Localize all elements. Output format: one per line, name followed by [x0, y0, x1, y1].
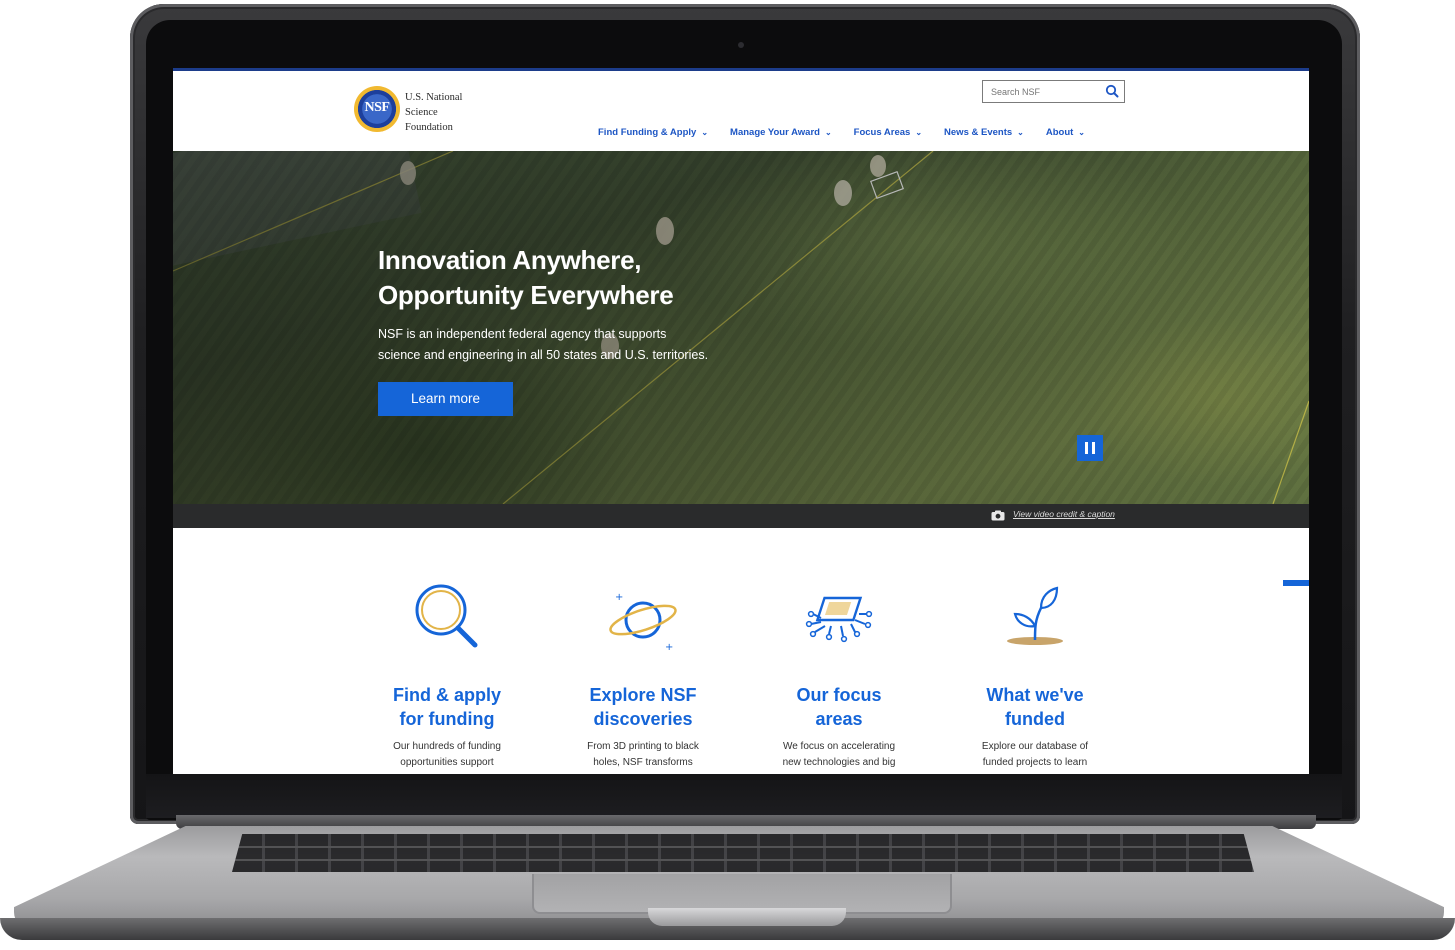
carousel-indicator [1283, 580, 1309, 586]
chevron-down-icon: ⌄ [915, 128, 923, 137]
feature-title[interactable]: Our focus areas [759, 683, 919, 731]
feature-title-line: Explore NSF [589, 685, 697, 705]
search-input[interactable] [983, 81, 1098, 102]
camera-icon [991, 510, 1005, 521]
feature-desc-line: opportunities support [400, 757, 494, 768]
learn-more-button[interactable]: Learn more [378, 382, 513, 416]
video-credit-link[interactable]: View video credit & caption [1013, 509, 1115, 519]
nav-focus-areas[interactable]: Focus Areas ⌄ [854, 127, 922, 138]
hero-title-line: Opportunity Everywhere [378, 280, 674, 310]
feature-title[interactable]: Find & apply for funding [367, 683, 527, 731]
webcam [738, 42, 744, 48]
magnifying-glass-icon [415, 584, 478, 648]
chevron-down-icon: ⌄ [1078, 128, 1085, 137]
main-nav: Find Funding & Apply ⌄ Manage Your Award ⌄… [598, 127, 1085, 138]
feature-desc-line: We focus on accelerating [782, 741, 896, 752]
feature-title-line: Our focus [796, 685, 882, 705]
nav-label: News & Events [944, 127, 1013, 138]
chevron-down-icon: ⌄ [824, 128, 832, 137]
laptop-keyboard [232, 834, 1254, 872]
nav-label: Manage Your Award [730, 127, 820, 138]
pause-video-button[interactable] [1077, 435, 1103, 461]
sprout-icon [1007, 586, 1063, 645]
search-icon [1105, 84, 1119, 98]
feature-description: We focus on accelerating new technologie… [777, 739, 901, 771]
feature-title-line: What we've [986, 685, 1084, 705]
feature-title-line: areas [815, 709, 863, 729]
feature-desc-line: From 3D printing to black [587, 741, 699, 752]
hero-subtitle-line: NSF is an independent federal agency tha… [378, 327, 667, 341]
search-button[interactable] [1103, 83, 1121, 100]
logo-text-line: Science [405, 107, 438, 118]
nav-label: About [1045, 127, 1074, 138]
feature-title-line: Find & apply [393, 685, 501, 705]
logo-seal-text: NSF [364, 100, 390, 115]
screen-chin [146, 774, 1342, 818]
nav-find-funding[interactable]: Find Funding & Apply ⌄ [598, 127, 708, 138]
planet-icon: + + [609, 592, 677, 653]
features-section: Find & apply for funding Our hundreds of… [173, 528, 1309, 774]
feature-desc-line: Our hundreds of funding [393, 741, 501, 752]
search-box [982, 80, 1125, 103]
laptop-opening-notch [648, 908, 846, 926]
microchip-icon [805, 596, 873, 643]
logo-text-line: Foundation [405, 122, 453, 133]
nav-manage-award[interactable]: Manage Your Award ⌄ [730, 127, 832, 138]
site-header: NSF U.S. National Science Foundation Fin… [173, 68, 1309, 151]
feature-title-line: funded [1005, 709, 1065, 729]
nsf-logo-seal[interactable]: NSF [354, 86, 400, 132]
hero-banner: Innovation Anywhere, Opportunity Everywh… [173, 151, 1309, 504]
feature-title[interactable]: Explore NSF discoveries [563, 683, 723, 731]
feature-title-line: discoveries [593, 709, 693, 729]
nav-news-events[interactable]: News & Events ⌄ [944, 127, 1024, 138]
hero-title-line: Innovation Anywhere, [378, 245, 642, 275]
feature-title[interactable]: What we've funded [955, 683, 1115, 731]
hero-subtitle-line: science and engineering in all 50 states… [378, 348, 709, 362]
feature-description: Explore our database of funded projects … [973, 739, 1097, 771]
svg-text:+: + [665, 642, 673, 653]
feature-desc-line: funded projects to learn [982, 757, 1088, 768]
video-caption-bar: View video credit & caption [173, 504, 1309, 528]
pause-icon [1085, 442, 1088, 454]
logo-text-line: U.S. National [405, 92, 463, 103]
nav-about[interactable]: About ⌄ [1046, 127, 1085, 138]
nav-label: Find Funding & Apply [598, 127, 697, 138]
feature-desc-line: new technologies and big [782, 757, 896, 768]
hero-subtitle: NSF is an independent federal agency tha… [378, 324, 768, 366]
browser-screen: NSF U.S. National Science Foundation Fin… [173, 68, 1309, 774]
nav-label: Focus Areas [853, 127, 911, 138]
svg-text:+: + [615, 592, 623, 603]
feature-desc-line: holes, NSF transforms [593, 757, 693, 768]
feature-description: Our hundreds of funding opportunities su… [385, 739, 509, 771]
hero-title: Innovation Anywhere, Opportunity Everywh… [378, 243, 798, 313]
feature-desc-line: Explore our database of [981, 741, 1089, 752]
pause-icon [1092, 442, 1095, 454]
chevron-down-icon: ⌄ [701, 128, 709, 137]
chevron-down-icon: ⌄ [1017, 128, 1024, 137]
feature-title-line: for funding [399, 709, 495, 729]
feature-description: From 3D printing to black holes, NSF tra… [581, 739, 705, 771]
logo-wordmark[interactable]: U.S. National Science Foundation [405, 90, 495, 135]
